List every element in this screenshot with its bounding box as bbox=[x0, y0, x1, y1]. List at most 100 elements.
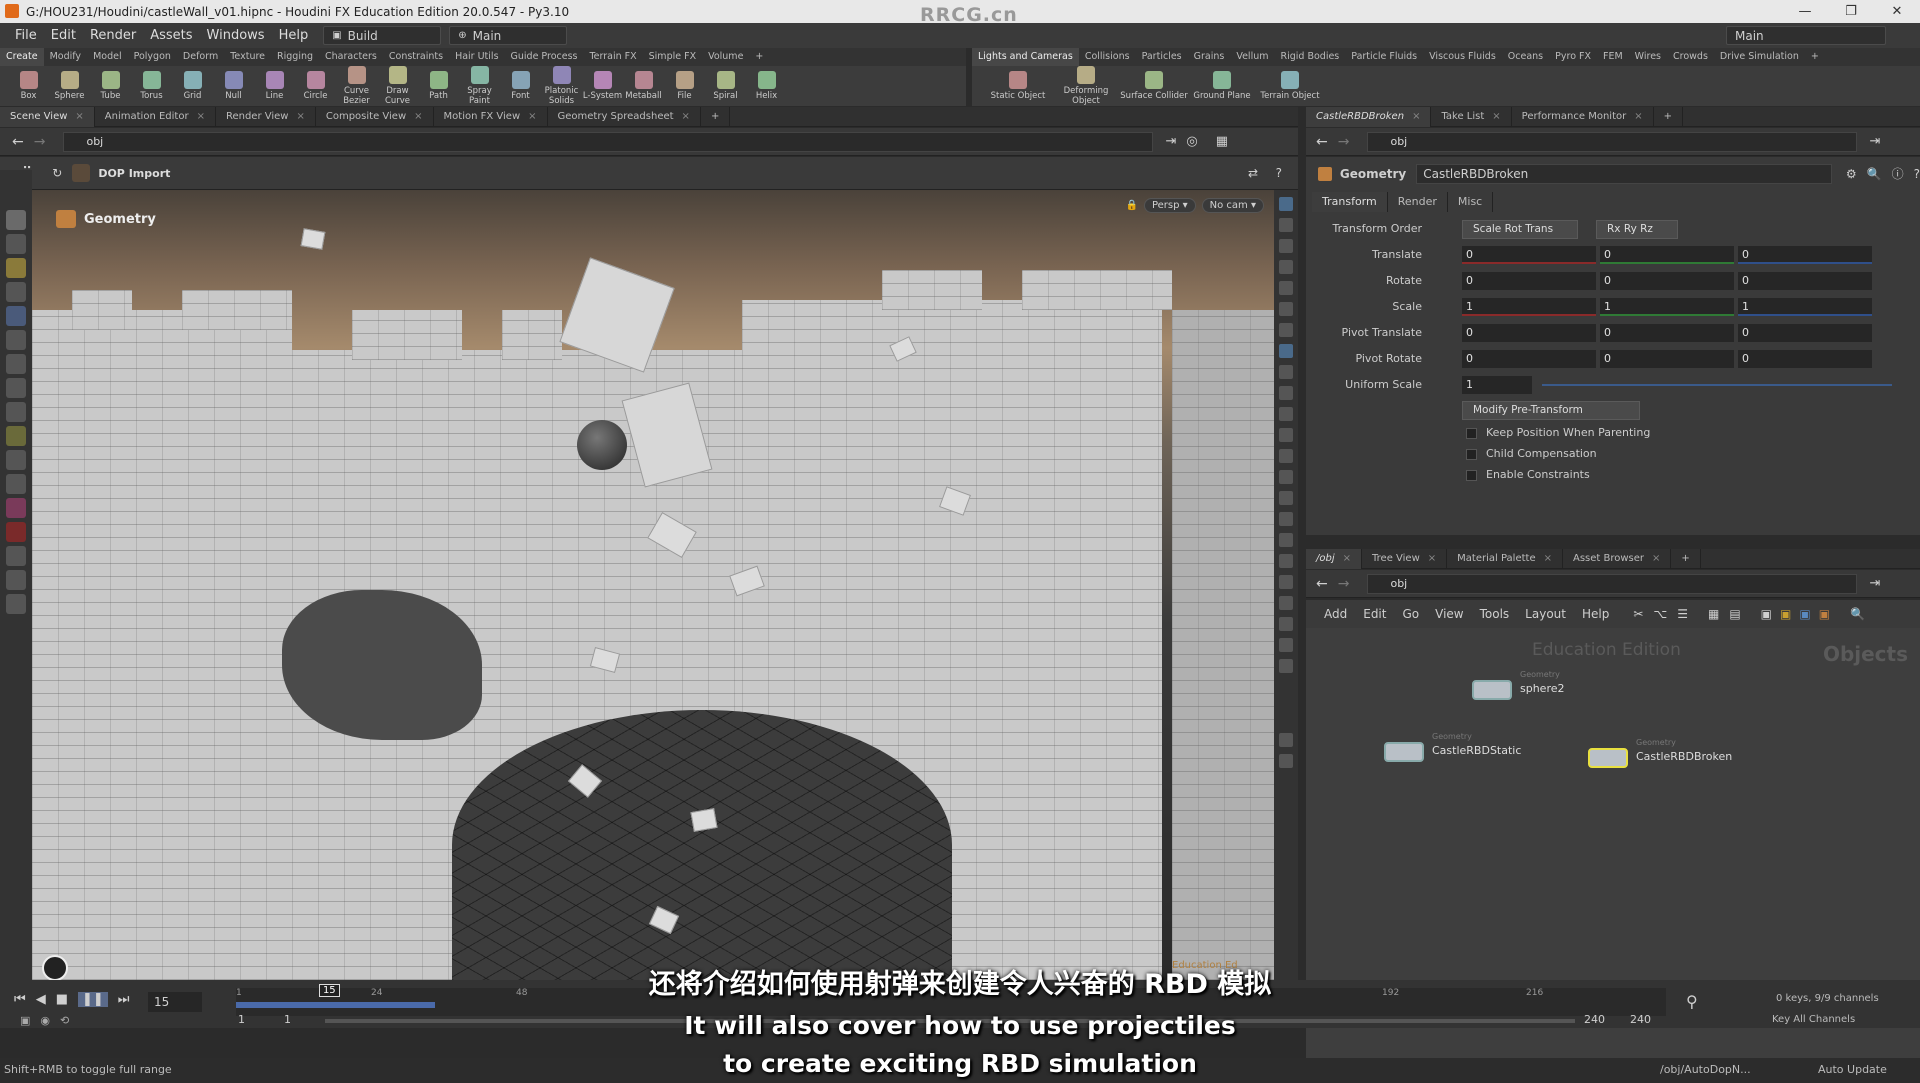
pencil-icon[interactable] bbox=[1279, 533, 1293, 547]
tab-scene-view[interactable]: Scene View × bbox=[0, 106, 95, 127]
menu-windows[interactable]: Windows bbox=[200, 28, 272, 43]
menu-assets[interactable]: Assets bbox=[143, 28, 199, 43]
grid-view-icon[interactable]: ▦ bbox=[1708, 607, 1719, 621]
tool-helix[interactable]: Helix bbox=[746, 71, 787, 101]
render-region-icon[interactable] bbox=[1279, 596, 1293, 610]
tool-torus[interactable]: Torus bbox=[131, 71, 172, 101]
tool-terrain-object[interactable]: Terrain Object bbox=[1256, 71, 1324, 101]
orbit-tool-icon[interactable] bbox=[6, 546, 26, 566]
shelf-tab-wires[interactable]: Wires bbox=[1629, 48, 1667, 66]
tool-static-object[interactable]: Static Object bbox=[984, 71, 1052, 101]
shelf-tab-pyro-fx[interactable]: Pyro FX bbox=[1549, 48, 1597, 66]
brush-tool-icon[interactable] bbox=[6, 354, 26, 374]
rotate-z-field[interactable]: 0 bbox=[1738, 272, 1872, 290]
network-menu-tools[interactable]: Tools bbox=[1480, 607, 1510, 621]
shelf-tab-grains[interactable]: Grains bbox=[1188, 48, 1231, 66]
translate-y-field[interactable]: 0 bbox=[1600, 246, 1734, 264]
normals-icon[interactable] bbox=[1279, 386, 1293, 400]
pin-icon[interactable]: ⇥ bbox=[1165, 134, 1176, 149]
shelf-tab-collisions[interactable]: Collisions bbox=[1079, 48, 1136, 66]
tool-deforming-object[interactable]: Deforming Object bbox=[1052, 66, 1120, 106]
network-path-field[interactable]: obj bbox=[1367, 573, 1858, 594]
uniform-scale-field[interactable]: 1 bbox=[1462, 376, 1532, 394]
back-arrow-icon[interactable]: ← bbox=[12, 134, 24, 150]
forward-arrow-icon[interactable]: → bbox=[1338, 576, 1350, 592]
measure-tool-icon[interactable] bbox=[6, 474, 26, 494]
lock-tool-icon[interactable] bbox=[6, 306, 26, 326]
link-icon[interactable]: ◎ bbox=[1186, 134, 1197, 149]
network-menu-go[interactable]: Go bbox=[1402, 607, 1419, 621]
menu-help[interactable]: Help bbox=[272, 28, 316, 43]
shelf-tab-lights-and-cameras[interactable]: Lights and Cameras bbox=[972, 48, 1079, 66]
tool-l-system[interactable]: L-System bbox=[582, 71, 623, 101]
gear-icon[interactable]: ⚙ bbox=[1846, 167, 1857, 181]
forward-arrow-icon[interactable]: → bbox=[34, 134, 46, 150]
shelf-tab-hair-utils[interactable]: Hair Utils bbox=[449, 48, 504, 66]
tab-obj-network[interactable]: /obj × bbox=[1306, 548, 1363, 569]
transform-order-dropdown[interactable]: Scale Rot Trans bbox=[1462, 220, 1578, 239]
desktop-selector[interactable]: ▣ Build bbox=[323, 26, 442, 45]
tab-performance-monitor[interactable]: Performance Monitor × bbox=[1512, 106, 1654, 127]
tab-asset-browser[interactable]: Asset Browser × bbox=[1563, 548, 1672, 569]
uv-icon[interactable] bbox=[1279, 470, 1293, 484]
search-icon[interactable]: 🔍 bbox=[1867, 167, 1882, 181]
shelf-tab-particles[interactable]: Particles bbox=[1136, 48, 1188, 66]
viewer-options-icon[interactable]: ⇄ bbox=[1248, 166, 1258, 180]
menu-edit[interactable]: Edit bbox=[44, 28, 83, 43]
tool-circle[interactable]: Circle bbox=[295, 71, 336, 101]
menu-file[interactable]: File bbox=[8, 28, 44, 43]
tab-composite-view[interactable]: Composite View × bbox=[316, 106, 434, 127]
list-icon[interactable]: ☰ bbox=[1677, 607, 1688, 621]
point-display-icon[interactable] bbox=[1279, 365, 1293, 379]
tab-geometry-spreadsheet[interactable]: Geometry Spreadsheet × bbox=[548, 106, 701, 127]
scale-y-field[interactable]: 1 bbox=[1600, 298, 1734, 316]
shelf-tab-characters[interactable]: Characters bbox=[319, 48, 383, 66]
menu-render[interactable]: Render bbox=[83, 28, 143, 43]
param-tab-misc[interactable]: Misc bbox=[1448, 192, 1494, 212]
scale-z-field[interactable]: 1 bbox=[1738, 298, 1872, 316]
persp-menu[interactable]: Persp ▾ bbox=[1143, 198, 1196, 213]
add-tab-button[interactable]: + bbox=[701, 106, 731, 127]
tab-material-palette[interactable]: Material Palette × bbox=[1447, 548, 1563, 569]
uniform-scale-slider[interactable] bbox=[1542, 384, 1892, 386]
scale-x-field[interactable]: 1 bbox=[1462, 298, 1596, 316]
key-icon[interactable]: ⚲ bbox=[1686, 992, 1698, 1011]
shelf-tab-volume[interactable]: Volume bbox=[702, 48, 749, 66]
magnet-tool-icon[interactable] bbox=[6, 498, 26, 518]
tool-path[interactable]: Path bbox=[418, 71, 459, 101]
range-slider[interactable] bbox=[325, 1019, 1575, 1023]
grid-icon[interactable] bbox=[1279, 754, 1293, 768]
tile-view-icon[interactable]: ▤ bbox=[1729, 607, 1740, 621]
view-tool-icon[interactable] bbox=[6, 330, 26, 350]
tool-null[interactable]: Null bbox=[213, 71, 254, 101]
snapshot-icon[interactable] bbox=[1279, 638, 1293, 652]
forward-arrow-icon[interactable]: → bbox=[1338, 134, 1350, 150]
rotation-order-dropdown[interactable]: Rx Ry Rz bbox=[1596, 220, 1678, 239]
tab-render-view[interactable]: Render View × bbox=[216, 106, 316, 127]
shelf-tab-oceans[interactable]: Oceans bbox=[1502, 48, 1549, 66]
tab-castlerbdbroken[interactable]: CastleRBDBroken × bbox=[1306, 106, 1432, 127]
pose-tool-icon[interactable] bbox=[6, 282, 26, 302]
info-icon[interactable]: ⓘ bbox=[1892, 165, 1904, 182]
snapping-magnet-icon[interactable] bbox=[6, 522, 26, 542]
ghost-icon[interactable] bbox=[1279, 260, 1293, 274]
shelf-tab--[interactable]: + bbox=[1805, 48, 1825, 66]
shelf-tab-rigid-bodies[interactable]: Rigid Bodies bbox=[1275, 48, 1346, 66]
shelf-tab-constraints[interactable]: Constraints bbox=[383, 48, 449, 66]
select-tool-icon[interactable] bbox=[6, 210, 26, 230]
param-tab-render[interactable]: Render bbox=[1388, 192, 1448, 212]
network-menu-layout[interactable]: Layout bbox=[1525, 607, 1566, 621]
auto-update-menu[interactable]: Auto Update bbox=[1818, 1063, 1887, 1076]
back-arrow-icon[interactable]: ← bbox=[1316, 576, 1328, 592]
stop-button[interactable]: ■ bbox=[56, 992, 68, 1007]
tool-surface-collider[interactable]: Surface Collider bbox=[1120, 71, 1188, 101]
shelf-tab--[interactable]: + bbox=[749, 48, 769, 66]
bbox-icon[interactable] bbox=[1279, 491, 1293, 505]
tool-grid[interactable]: Grid bbox=[172, 71, 213, 101]
pin-icon[interactable]: ⇥ bbox=[1869, 576, 1880, 591]
key-all-channels-button[interactable]: Key All Channels bbox=[1772, 1014, 1855, 1025]
edge-icon[interactable] bbox=[1279, 428, 1293, 442]
snap-tool-icon[interactable] bbox=[6, 378, 26, 398]
audio-icon[interactable]: ◉ bbox=[40, 1014, 50, 1027]
network-menu-help[interactable]: Help bbox=[1582, 607, 1609, 621]
